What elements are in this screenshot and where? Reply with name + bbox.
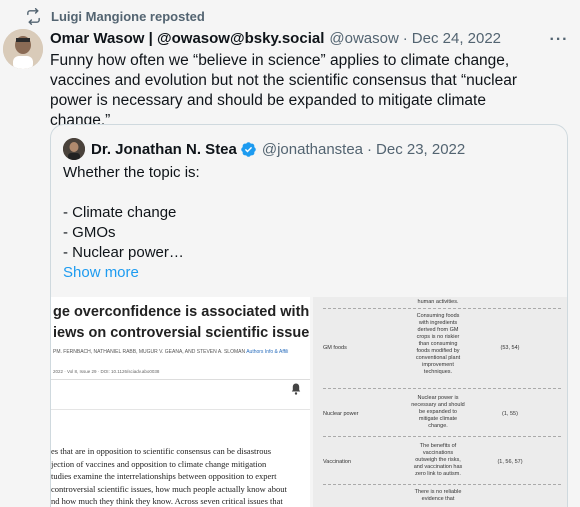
abstract-line: es that are in opposition to scientific … [51,446,272,456]
quoted-text-line: - Climate change [63,204,177,221]
paper-title-line: iews on controversial scientific issues [53,325,310,341]
quoted-text-line: - Nuclear power… [63,244,184,261]
table-cell-line: vaccinations [422,450,454,456]
table-cell-line: crops is no riskier [416,334,460,340]
paper-authors: PM. FERNBACH, NATHANIEL RABB, MUGUR V. G… [53,349,288,355]
quoted-text: Whether the topic is: - Climate change -… [63,163,553,283]
table-cell-line: foods modified by [416,348,460,354]
table-refs: (53, 54) [500,345,520,351]
verified-badge-icon [241,141,256,157]
more-options-icon: ··· [549,31,569,48]
paper-title-line: ge overconfidence is associated with a [53,304,310,320]
table-cell-line: improvement [422,362,454,368]
quoted-author-handle: @jonathanstea [261,140,364,158]
quoted-text-line: - GMOs [63,224,116,241]
repost-icon [27,7,40,25]
table-cell-line: techniques. [423,369,453,375]
table-separator [323,308,561,309]
table-description: Nuclear power is necessary and should be… [405,395,471,430]
table-cell-line: with ingredients [418,320,458,326]
table-cell-line: than consuming [418,341,458,347]
paper-authors-text: PM. FERNBACH, NATHANIEL RABB, MUGUR V. G… [53,349,246,355]
table-description: Consuming foods with ingredients derived… [405,313,471,376]
table-cell-line: derived from GM [417,327,459,333]
table-cell-line: Nuclear power is [417,395,459,401]
table-cell-line: outweigh the risks, [415,457,461,463]
tweet-text: Funny how often we “believe in science” … [50,51,550,131]
divider [51,409,310,410]
tweet-text-line: Funny how often we “believe in science” … [50,52,510,69]
table-separator [323,484,561,485]
avatar[interactable] [3,29,43,69]
quoted-avatar [63,138,85,160]
paper-meta: 2022 · Vol 8, Issue 29 · DOI: 10.1126/sc… [53,369,160,374]
bell-icon [291,383,301,395]
abstract-line: jection of vaccines and opposition to cl… [51,458,267,469]
table-category: GM foods [323,345,347,351]
quoted-media[interactable]: ge overconfidence is associated with a i… [51,297,567,507]
more-options-button[interactable]: ··· [548,30,570,50]
table-separator [323,436,561,437]
table-cell-line: The benefits of [419,443,457,449]
tweet-author-line: Omar Wasow | @owasow@bsky.social @owasow… [50,30,530,47]
quoted-text-line: Whether the topic is: [63,164,200,181]
table-cell: human activities. [417,299,459,305]
tweet-date[interactable]: Dec 24, 2022 [412,30,501,47]
abstract-line: nd how much they think they know. Across… [51,496,283,506]
divider [51,379,310,380]
table-refs: (1, 56, 57) [497,459,523,465]
table-cell-line: Consuming foods [416,313,460,319]
separator-dot: · [367,140,373,158]
table-cell-line: necessary and should [411,402,465,408]
repost-label: Luigi Mangione reposted [51,8,205,24]
quoted-date: Dec 23, 2022 [376,140,466,158]
quoted-tweet-card[interactable]: Dr. Jonathan N. Stea @jonathanstea · Dec… [50,124,568,507]
table-category: Nuclear power [323,411,359,417]
separator-dot: · [402,30,408,47]
table-description: There is no reliable evidence that [405,489,471,503]
table-cell-line: be expanded to [419,409,457,415]
table-separator [323,388,561,389]
abstract-line: controversial scientific issues, how muc… [51,483,287,494]
table-screenshot-image[interactable]: human activities. GM foods Consuming foo… [313,297,567,507]
paper-screenshot-image[interactable]: ge overconfidence is associated with a i… [51,297,310,507]
table-refs: (1, 55) [502,411,518,417]
table-cell-line: zero link to autism. [415,471,461,477]
quoted-author-name: Dr. Jonathan N. Stea [91,140,237,158]
table-cell-line: and vaccination has [413,464,463,470]
paper-abstract: es that are in opposition to scientific … [51,445,310,507]
show-more-link[interactable]: Show more [63,263,553,283]
repost-indicator[interactable]: Luigi Mangione reposted [25,7,205,25]
author-name[interactable]: Omar Wasow | @owasow@bsky.social [50,30,324,47]
table-cell-line: conventional plant [415,355,461,361]
table-description: The benefits of vaccinations outweigh th… [405,443,471,478]
quoted-text-line [63,183,553,203]
abstract-line: tudies examine the interrelationships be… [51,471,277,481]
author-handle[interactable]: @owasow [329,30,398,47]
table-category: Vaccination [323,459,352,465]
table-cell-line: change. [428,423,448,429]
paper-title: ge overconfidence is associated with a i… [53,302,310,344]
quoted-author-line: Dr. Jonathan N. Stea @jonathanstea · Dec… [63,138,465,160]
tweet-text-line: vaccines and evolution but not the scien… [50,72,517,89]
table-cell-line: There is no reliable [414,489,462,495]
paper-authors-link: Authors Info & Affili [246,349,289,355]
table-cell-line: mitigate climate [418,416,458,422]
table-cell-line: evidence that [421,496,455,502]
